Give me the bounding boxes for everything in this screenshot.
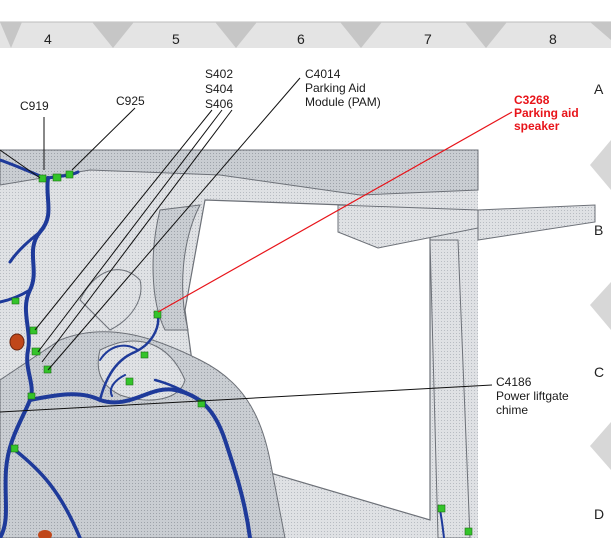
ruler-band — [0, 21, 611, 48]
callout-chime-line3: chime — [496, 403, 529, 417]
callout-chime-id: C4186 — [496, 375, 532, 389]
column-number-7: 7 — [424, 31, 432, 47]
column-number-6: 6 — [297, 31, 305, 47]
callout-speaker-line3: speaker — [514, 119, 560, 133]
callout-c925: C925 — [116, 94, 145, 108]
vehicle-body — [0, 149, 596, 538]
callout-c919: C919 — [20, 99, 49, 113]
row-ruler-notches — [590, 140, 611, 470]
callout-chime-line2: Power liftgate — [496, 389, 569, 403]
column-number-5: 5 — [172, 31, 180, 47]
callout-s402: S402 — [205, 67, 234, 81]
callout-pam-line2: Parking Aid — [305, 81, 366, 95]
callout-speaker-id: C3268 — [514, 93, 550, 107]
row-letter-a: A — [594, 81, 604, 97]
wiring-diagram: 4 5 6 7 8 A B C D C919 C925 S402 S404 S4… — [0, 0, 611, 538]
column-number-8: 8 — [549, 31, 557, 47]
row-letter-d: D — [594, 506, 605, 522]
callout-pam-line3: Module (PAM) — [305, 95, 381, 109]
callout-s406: S406 — [205, 97, 234, 111]
column-number-4: 4 — [44, 31, 52, 47]
row-letter-c: C — [594, 364, 605, 380]
callout-speaker-line2: Parking aid — [514, 106, 579, 120]
row-letter-b: B — [594, 222, 604, 238]
callout-pam-id: C4014 — [305, 67, 341, 81]
callout-s404: S404 — [205, 82, 234, 96]
